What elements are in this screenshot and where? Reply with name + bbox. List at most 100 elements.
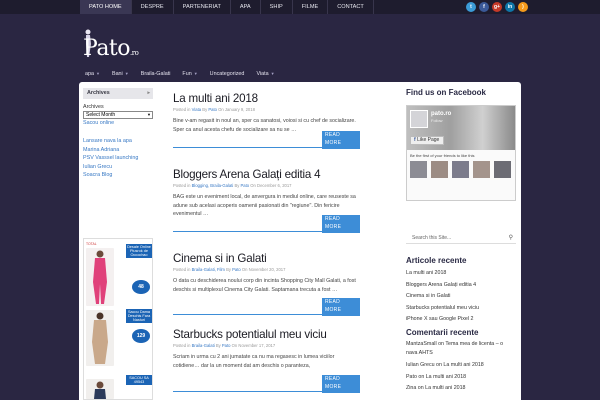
topnav-item-filme[interactable]: FILME [293,0,329,14]
chevron-down-icon: ▼ [193,71,198,76]
topnav-item-ship[interactable]: SHIP [261,0,293,14]
linkedin-icon[interactable]: in [505,2,515,12]
ad-product[interactable]: SACOU SA 49543 [86,371,152,399]
search-icon[interactable]: ⚲ [509,233,513,244]
ad-product[interactable]: TOTAL Desale Online Plusrok de Occochao … [86,242,152,306]
recent-comment[interactable]: Zina on La multi ani 2018 [406,383,516,395]
post-title[interactable]: Bloggers Arena Galați editia 4 [173,168,363,181]
recent-post-link[interactable]: Bloggers Arena Galați editia 4 [406,280,516,292]
post-author-link[interactable]: Pato [241,183,250,188]
post-category-link[interactable]: Braila-Galati [192,343,215,348]
logo-suffix: .ro [130,49,139,57]
facebook-fan[interactable] [494,161,511,178]
post-item: La multi ani 2018 Posted in Viata By Pat… [173,92,363,134]
catnav-label: apa [85,71,94,77]
facebook-widget-title: Find us on Facebook [406,88,487,97]
read-more-button[interactable]: READ MORE [322,375,360,393]
facebook-like-page-button[interactable]: f Like Page [410,136,444,145]
twitter-icon[interactable]: t [466,2,476,12]
meta-text: Posted in [173,267,192,272]
recent-comment[interactable]: Pato on La multi ani 2018 [406,372,516,384]
topnav-item-parteneriat[interactable]: PARTENERIAT [174,0,231,14]
rss-icon[interactable]: ) [518,2,528,12]
sidebar-ad-banner[interactable]: TOTAL Desale Online Plusrok de Occochao … [83,238,153,400]
post-category-link[interactable]: Braila-Galati, Film [192,267,225,272]
facebook-fan[interactable] [431,161,448,178]
search-placeholder: Search this Site... [412,235,452,241]
sidebar-link-sacou[interactable]: Sacou online [83,119,153,127]
left-sidebar: Archives ▸ Archives Select Month ▼ Sacou o… [83,88,153,179]
comment-author: Pato [406,373,417,380]
catnav-item-fun[interactable]: Fun ▼ [177,68,202,80]
meta-text: Posted in [173,107,192,112]
catnav-item-apa[interactable]: apa ▼ [80,68,105,80]
post-date: On December 6, 2017 [249,183,292,188]
post-category-link[interactable]: Viata [192,107,201,112]
post-category-link[interactable]: Blogging, Braila-Galati [192,183,234,188]
fan-avatar [431,161,448,178]
topnav-item-home[interactable]: PATO HOME [80,0,132,14]
post-item: Bloggers Arena Galați editia 4 Posted in… [173,168,363,219]
ad-product-title: Desale Online Plusrok de Occochao [126,244,152,258]
comment-text: on La multi ani 2018 [434,362,484,369]
sidebar-link[interactable]: Soacra Blog [83,171,153,179]
recent-comment[interactable]: MantzaSmall on Tema mea de licenta – o n… [406,340,516,357]
search-input[interactable]: Search this Site... ⚲ [406,233,516,244]
post-meta: Posted in Braila-Galati By Pato On Novem… [173,343,363,348]
google-plus-icon[interactable]: g+ [492,2,502,12]
recent-post-link[interactable]: Cinema si in Galati [406,291,516,303]
catnav-item-uncategorized[interactable]: Uncategorized [205,68,250,80]
archives-month-select[interactable]: Select Month ▼ [83,111,153,119]
post-title[interactable]: Cinema si in Galati [173,252,363,265]
post-divider [173,147,323,148]
post-date: On November 20, 2017 [240,267,286,272]
post-divider [173,391,323,392]
post-date: On January 9, 2018 [216,107,255,112]
ad-product[interactable]: Sacou Dama Deschis Fara Nasturi 129 [86,307,152,367]
fan-avatar [473,161,490,178]
sidebar-link[interactable]: PSV Vasssel launching [83,154,153,162]
ad-product-image [86,310,114,366]
fan-avatar [494,161,511,178]
right-sidebar: Find us on Facebook pato.ro Follow f Lik… [406,88,516,391]
sidebar-link[interactable]: Lansare nava la apa [83,137,153,145]
recent-post-link[interactable]: La multi ani 2018 [406,268,516,280]
sidebar-link[interactable]: Marina Adriana [83,146,153,154]
read-more-button[interactable]: READ MORE [322,298,360,316]
recent-post-link[interactable]: iPhone X sau Google Pixel 2 [406,314,516,326]
post-author-link[interactable]: Pato [222,343,231,348]
catnav-item-viata[interactable]: Viata ▼ [251,68,279,80]
comment-text: on La multi ani 2018 [416,385,466,392]
post-title[interactable]: Starbucks potentialul meu viciu [173,328,363,341]
archives-widget-title[interactable]: Archives ▸ [83,88,153,99]
post-meta: Posted in Blogging, Braila-Galati By Pat… [173,183,363,188]
facebook-page-name[interactable]: pato.ro [431,111,451,117]
post-author-link[interactable]: Pato [232,267,241,272]
facebook-page-widget[interactable]: pato.ro Follow f Like Page Be the first … [406,105,516,201]
topnav-item-contact[interactable]: CONTACT [328,0,374,14]
catnav-item-bani[interactable]: Bani ▼ [107,68,134,80]
chevron-down-icon: ▼ [147,112,151,117]
facebook-icon[interactable]: f [479,2,489,12]
social-icons: t f g+ in ) [466,2,528,12]
topnav-item-despre[interactable]: DESPRE [132,0,174,14]
meta-text: Posted in [173,343,192,348]
recent-comment[interactable]: Iulian Grecu on La multi ani 2018 [406,360,516,372]
post-author-link[interactable]: Pato [208,107,217,112]
post-meta: Posted in Braila-Galati, Film By Pato On… [173,267,363,272]
facebook-fan[interactable] [473,161,490,178]
post-title[interactable]: La multi ani 2018 [173,92,363,105]
catnav-item-braila-galati[interactable]: Braila-Galati [136,68,176,80]
sidebar-link[interactable]: Iulian Grecu [83,163,153,171]
facebook-fan[interactable] [410,161,427,178]
topnav-item-apa[interactable]: APA [231,0,261,14]
ad-price-badge: 48 [132,280,150,294]
recent-post-link[interactable]: Starbucks potentialul meu viciu [406,303,516,315]
ad-brand-label: TOTAL [86,242,97,246]
category-navigation: apa ▼ Bani ▼ Braila-Galati Fun ▼ Uncategori… [80,68,280,80]
read-more-button[interactable]: READ MORE [322,215,360,233]
site-logo[interactable]: Pato.ro [83,36,139,61]
ad-product-image [86,379,114,399]
read-more-button[interactable]: READ MORE [322,131,360,149]
facebook-fan[interactable] [452,161,469,178]
